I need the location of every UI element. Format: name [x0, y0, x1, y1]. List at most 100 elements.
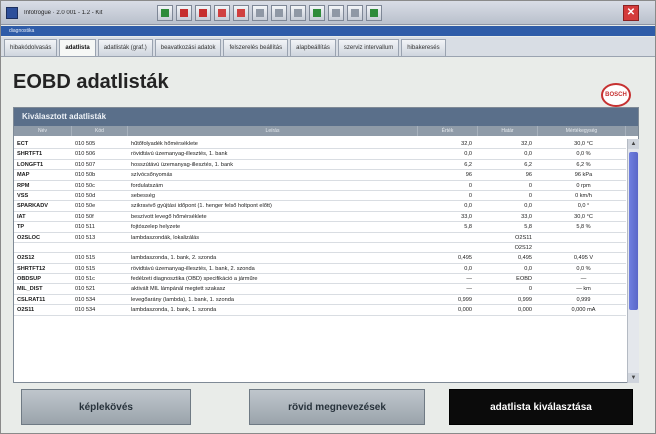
cell-unit: 0 km/h — [575, 192, 592, 199]
cell-name: SHRTFT1 — [17, 151, 43, 158]
table-row[interactable]: O2S12 — [14, 243, 626, 254]
toolbar-button-print[interactable] — [290, 4, 306, 21]
cell-unit: 0,495 V — [573, 255, 594, 262]
scroll-up-icon[interactable]: ▲ — [628, 139, 639, 149]
grid-icon — [256, 8, 264, 17]
table-row[interactable]: TP 010 511 fojtószelep helyzete 5,8 5,8 5,8 % — [14, 222, 626, 233]
close-window-button[interactable]: ✕ — [623, 4, 639, 21]
table-row[interactable]: CSLRAT11 010 534 levegőarány (lambda), 1. … — [14, 295, 626, 306]
cell-name: LONGFT1 — [17, 161, 44, 168]
cell-name — [14, 243, 72, 252]
table-row[interactable]: IAT 010 50f beszívott levegő hőmérséklete 3… — [14, 212, 626, 223]
tab-1[interactable]: adatlista — [59, 39, 96, 56]
cell-unit: 0,999 — [576, 296, 591, 303]
cell-unit: 30,0 °C — [574, 213, 593, 220]
brand-logo: BOSCH — [601, 83, 631, 107]
cell-limit: O2S12 — [514, 244, 532, 251]
column-header-limit: Határ — [478, 126, 538, 136]
print-icon — [294, 8, 302, 17]
table-row[interactable]: SHRTFT1 010 506 rövidtávú üzemanyag-illesz… — [14, 149, 626, 160]
cell-value: 32,0 — [461, 141, 472, 147]
cell-description: lambdaszonda, 1. bank, 1. szonda — [131, 307, 217, 314]
cell-limit: 0,495 — [518, 255, 532, 262]
select-datalist-button[interactable]: adatlista kiválasztása — [449, 389, 633, 425]
table-row[interactable]: VSS 010 50d sebesség 0 0 0 km/h — [14, 191, 626, 202]
column-header-code: Kód — [72, 126, 128, 136]
toolbar-button-list[interactable] — [271, 4, 287, 21]
cell-unit: 0 rpm — [576, 182, 591, 189]
tab-0[interactable]: hibakódolvasás — [4, 39, 58, 56]
cell-code: 010 507 — [75, 161, 96, 168]
tab-2[interactable]: adatlisták (graf.) — [97, 39, 153, 56]
list-icon — [275, 8, 283, 17]
footer-bar: képlekövés rövid megnevezések adatlista … — [13, 385, 639, 431]
cell-description: beszívott levegő hőmérséklete — [131, 213, 207, 220]
column-header-unit: Mértékegység — [538, 126, 626, 136]
toolbar — [154, 4, 382, 21]
table-row[interactable]: LONGFT1 010 507 hosszútávú üzemanyag-illes… — [14, 160, 626, 171]
table-row[interactable]: O2SLOC 010 513 lambdaszondák, lokalizálás O… — [14, 233, 626, 243]
cell-code: 010 50c — [75, 182, 95, 189]
tab-5[interactable]: alapbeállítás — [290, 39, 336, 56]
cell-code: 010 511 — [75, 224, 95, 231]
cell-unit: 30,0 °C — [574, 141, 593, 147]
module-label: diagnostika — [9, 28, 35, 34]
scroll-down-icon[interactable]: ▼ — [628, 373, 639, 383]
back-arrow-icon — [161, 8, 169, 17]
table-row[interactable]: O2S12 010 515 lambdaszonda, 1. bank, 2. sz… — [14, 253, 626, 264]
cell-limit: 0,000 — [518, 307, 532, 314]
image-capture-button[interactable]: képlekövés — [21, 389, 191, 425]
table-row[interactable]: OBDSUP 010 51c fedélzeti diagnosztika (OBD… — [14, 274, 626, 285]
cell-unit — [538, 233, 626, 242]
toolbar-button-folder[interactable] — [214, 4, 230, 21]
cell-code: 010 505 — [75, 141, 96, 147]
cell-unit: 0,000 mA — [571, 307, 596, 314]
scrollbar-thumb[interactable] — [629, 152, 638, 311]
table-row[interactable]: SPARKADV 010 50e szikravivő gyújtási időpo… — [14, 201, 626, 212]
table-row[interactable]: SHRTFT12 010 515 rövidtávú üzemanyag-illes… — [14, 264, 626, 275]
table-row[interactable]: MIL_DIST 010 521 aktivált MIL lámpánál meg… — [14, 284, 626, 295]
table-row[interactable]: O2S11 010 534 lambdaszonda, 1. bank, 1. sz… — [14, 305, 626, 316]
cell-description: lambdaszondák, lokalizálás — [131, 234, 200, 241]
tab-6[interactable]: szerviz intervallum — [337, 39, 400, 56]
toolbar-button-help[interactable] — [233, 4, 249, 21]
cell-unit: 96 kPa — [574, 172, 593, 179]
tab-4[interactable]: felszerelés beállítás — [223, 39, 289, 56]
cell-name: IAT — [17, 213, 26, 220]
cell-value: 0,0 — [464, 151, 472, 158]
cell-limit: 96 — [525, 172, 532, 179]
toolbar-button-image[interactable] — [309, 4, 325, 21]
cell-code: 010 50f — [75, 213, 94, 220]
tab-7[interactable]: hibakeresés — [401, 39, 446, 56]
datalist-table: ECT 010 505 hűtőfolyadék hőmérséklete 32,0 3… — [14, 139, 626, 383]
cell-description: hűtőfolyadék hőmérséklete — [131, 141, 198, 147]
table-row[interactable]: ECT 010 505 hűtőfolyadék hőmérséklete 32,0 3… — [14, 139, 626, 150]
cell-value — [418, 233, 478, 242]
toolbar-button-back-arrow[interactable] — [157, 4, 173, 21]
toolbar-button-green-check[interactable] — [366, 4, 382, 21]
cell-name: SHRTFT12 — [17, 265, 46, 272]
vertical-scrollbar[interactable]: ▲ ▼ — [627, 139, 639, 383]
cell-description: fedélzeti diagnosztika (OBD) specifikáci… — [131, 276, 258, 283]
toolbar-button-info[interactable] — [195, 4, 211, 21]
cell-limit: 0 — [528, 192, 532, 199]
cell-name: RPM — [17, 182, 30, 189]
tab-3[interactable]: beavatkozási adatok — [154, 39, 222, 56]
cell-name: CSLRAT11 — [17, 296, 46, 303]
chart-icon — [351, 8, 359, 17]
cell-value: 0,495 — [458, 255, 472, 262]
cell-unit: 0,0 ° — [577, 203, 590, 210]
toolbar-button-stop[interactable] — [176, 4, 192, 21]
toolbar-button-grid[interactable] — [252, 4, 268, 21]
short-names-button[interactable]: rövid megnevezések — [249, 389, 425, 425]
table-row[interactable]: RPM 010 50c fordulatszám 0 0 0 rpm — [14, 181, 626, 191]
cell-description: sebesség — [131, 192, 155, 199]
stop-icon — [180, 8, 188, 17]
toolbar-button-doc[interactable] — [328, 4, 344, 21]
table-row[interactable]: MAP 010 50b szívócsőnyomás 96 96 96 kPa — [14, 170, 626, 181]
cell-value: 0,000 — [458, 307, 472, 314]
toolbar-button-chart[interactable] — [347, 4, 363, 21]
cell-unit: 6,2 % — [576, 161, 591, 168]
column-header-value: Érték — [418, 126, 478, 136]
cell-code: 010 513 — [75, 234, 96, 241]
